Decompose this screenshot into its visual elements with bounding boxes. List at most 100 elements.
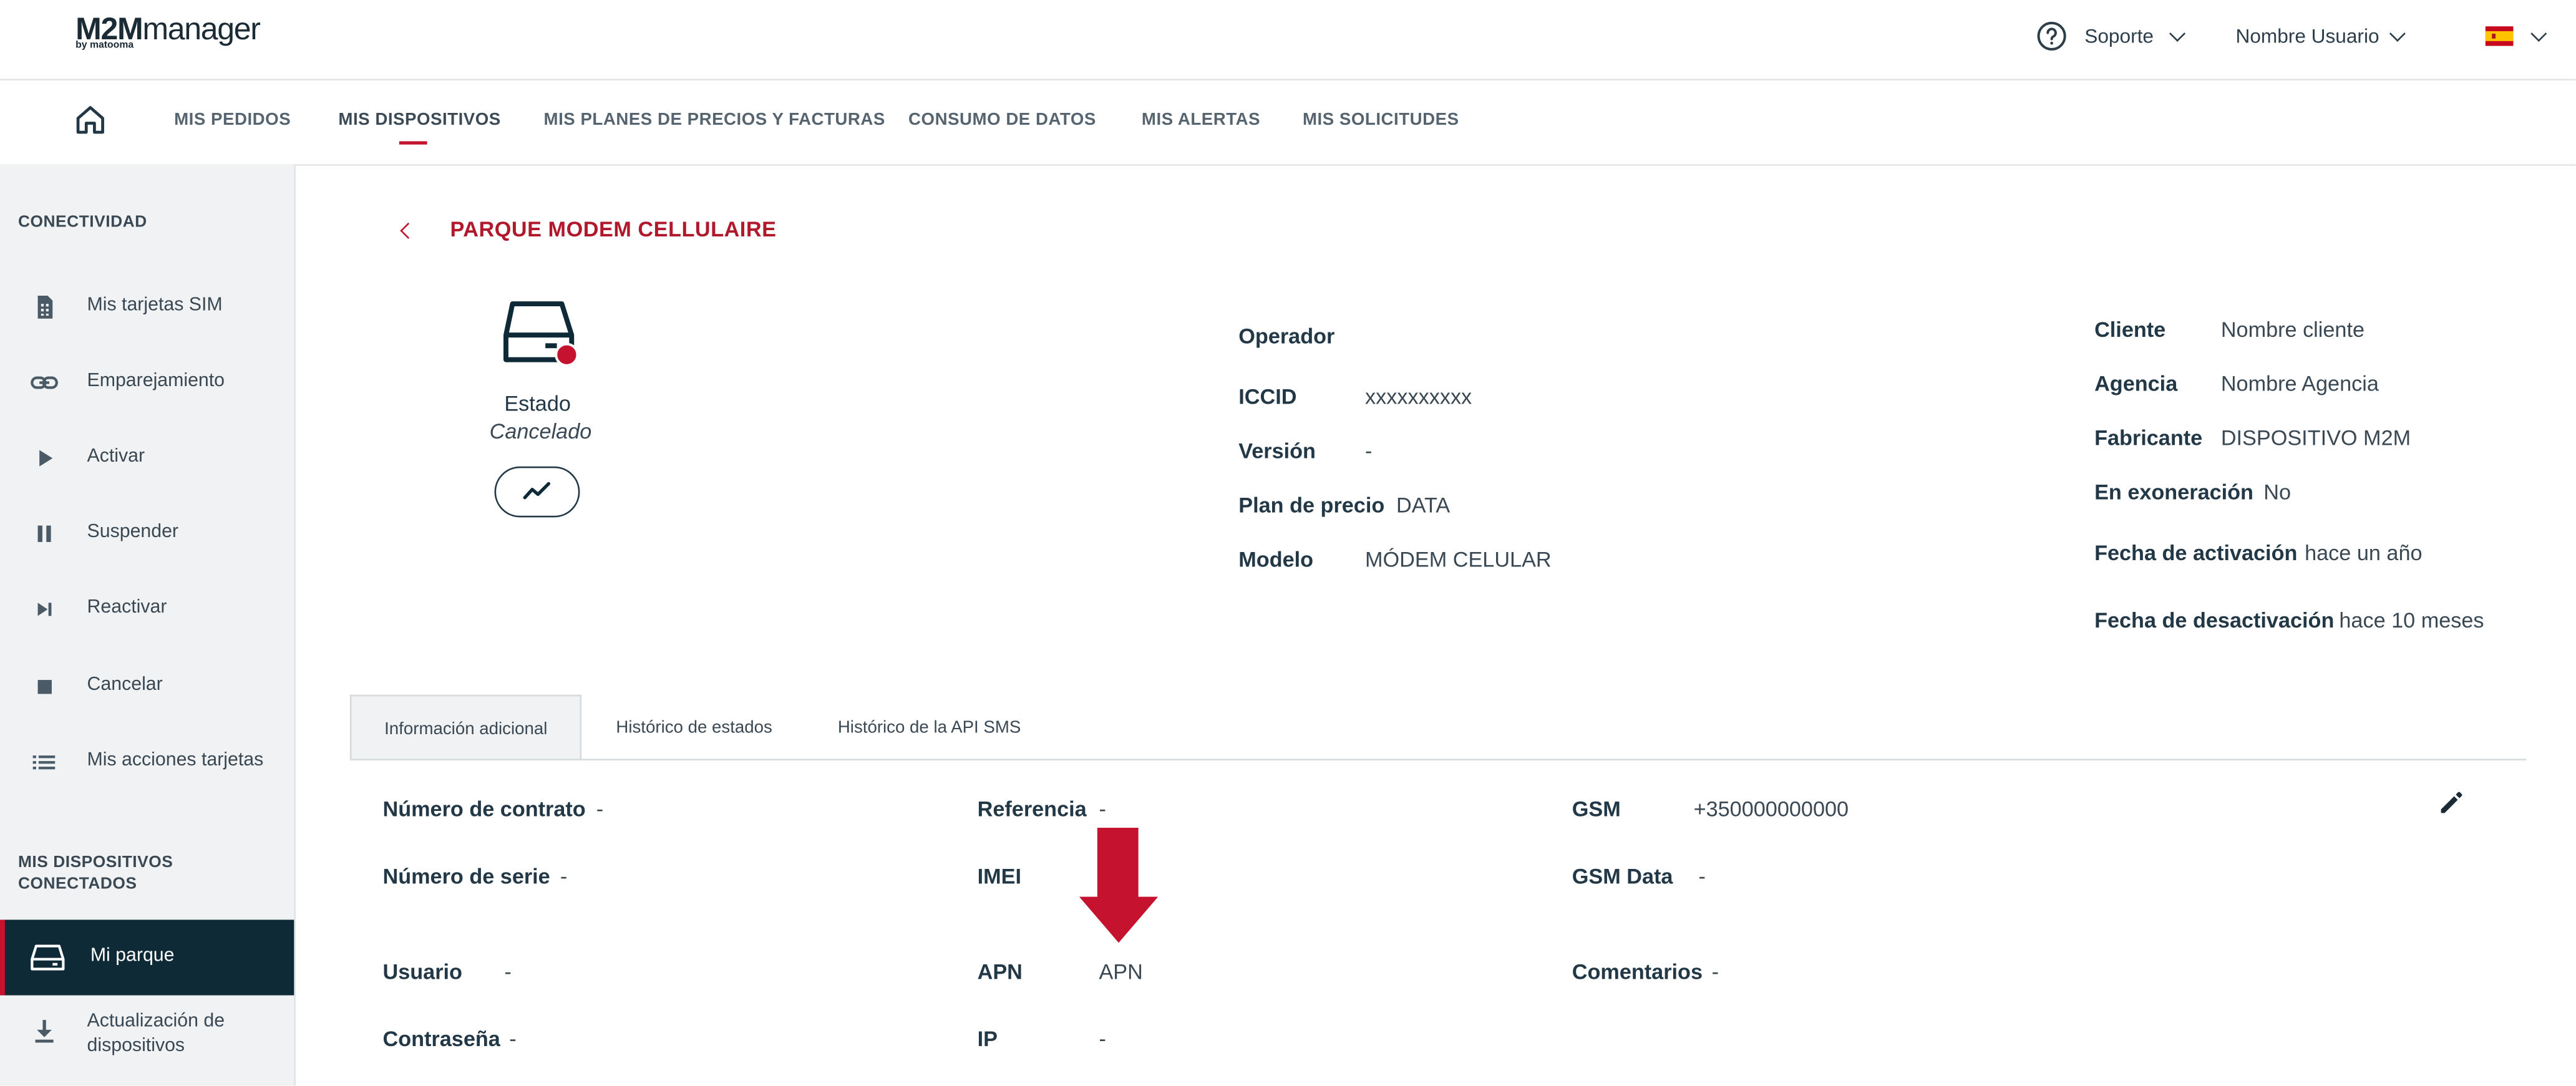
device-status-icon xyxy=(503,301,579,367)
device-icon xyxy=(31,944,65,971)
support-label: Soporte xyxy=(2084,24,2154,48)
support-menu[interactable]: Soporte xyxy=(2035,20,2191,56)
iccid-label: ICCID xyxy=(1238,384,1297,409)
sidebar-item-label: Suspender xyxy=(87,522,179,542)
imei-label: IMEI xyxy=(977,863,1022,889)
chevron-down-icon xyxy=(2169,25,2186,42)
nav-mis-pedidos[interactable]: MIS PEDIDOS xyxy=(174,110,291,130)
ip-label: IP xyxy=(977,1026,998,1052)
serie-label: Número de serie xyxy=(382,863,550,889)
tab-informacion-adicional[interactable]: Información adicional xyxy=(349,694,582,759)
sim-card-icon xyxy=(37,295,53,319)
edit-pencil-icon[interactable] xyxy=(2436,788,2466,818)
sidebar-item-label: Mi parque xyxy=(90,946,175,966)
modelo-label: Modelo xyxy=(1238,546,1314,572)
tab-historico-estados[interactable]: Histórico de estados xyxy=(595,695,805,759)
gsm-label: GSM xyxy=(1572,797,1621,822)
sidebar-item-label: Reactivar xyxy=(87,598,167,618)
sidebar-item-mis-acciones-tarjetas[interactable]: Mis acciones tarjetas xyxy=(0,737,294,787)
list-icon xyxy=(32,755,56,770)
help-circle-icon xyxy=(2037,21,2066,51)
nav-mis-planes[interactable]: MIS PLANES DE PRECIOS Y FACTURAS xyxy=(544,110,885,130)
agencia-value: Nombre Agencia xyxy=(2220,371,2379,396)
cliente-value: Nombre cliente xyxy=(2220,317,2365,342)
cliente-label: Cliente xyxy=(2094,317,2166,342)
annotation-arrow-shaft xyxy=(1097,828,1139,899)
comentarios-label: Comentarios xyxy=(1572,959,1703,984)
contrasena-label: Contraseña xyxy=(382,1026,500,1052)
skip-next-icon xyxy=(37,603,52,616)
sidebar-item-actualizacion-dispositivos[interactable]: Actualización de dispositivos xyxy=(0,1002,294,1067)
nav-mis-solicitudes[interactable]: MIS SOLICITUDES xyxy=(1303,110,1459,130)
agencia-label: Agencia xyxy=(2094,371,2178,396)
user-menu[interactable]: Nombre Usuario xyxy=(2236,20,2408,56)
nav-mis-dispositivos[interactable]: MIS DISPOSITIVOS xyxy=(338,110,500,130)
referencia-value: - xyxy=(1099,797,1106,822)
apn-label: APN xyxy=(977,959,1023,984)
logo-subtitle: by matooma xyxy=(75,41,134,51)
tabs-divider xyxy=(349,759,2527,761)
link-icon xyxy=(31,376,58,389)
sidebar-item-label: Emparejamiento xyxy=(87,371,225,391)
iccid-value: xxxxxxxxxx xyxy=(1365,384,1472,409)
gsm-data-value: - xyxy=(1698,863,1706,889)
nav-mis-alertas[interactable]: MIS ALERTAS xyxy=(1142,110,1260,130)
desactivacion-label: Fecha de desactivación xyxy=(2094,608,2335,633)
chevron-down-icon xyxy=(2530,25,2547,42)
language-selector[interactable] xyxy=(2485,23,2551,52)
operador-label: Operador xyxy=(1238,323,1335,349)
sidebar-item-label: Cancelar xyxy=(87,675,163,695)
sidebar-section-title: MIS DISPOSITIVOS CONECTADOS xyxy=(17,854,173,894)
sidebar-item-mi-parque[interactable]: Mi parque xyxy=(0,919,294,996)
sidebar-item-label: Actualización de dispositivos xyxy=(87,1011,225,1057)
spain-flag-icon xyxy=(2485,26,2514,46)
consumption-chart-button[interactable] xyxy=(494,466,580,518)
active-nav-indicator xyxy=(399,141,427,145)
state-label: Estado xyxy=(504,390,571,416)
activacion-value: hace un año xyxy=(2305,540,2423,565)
apn-value: APN xyxy=(1099,959,1143,984)
pause-icon xyxy=(37,525,51,542)
gsm-value: +350000000000 xyxy=(1693,797,1849,822)
user-name: Nombre Usuario xyxy=(2235,24,2379,48)
download-icon xyxy=(35,1020,54,1043)
serie-value: - xyxy=(560,863,568,889)
usuario-value: - xyxy=(504,959,512,984)
stop-icon xyxy=(37,680,52,694)
annotation-arrow-head xyxy=(1079,896,1159,943)
exoneracion-label: En exoneración xyxy=(2094,479,2253,505)
sidebar-item-emparejamiento[interactable]: Emparejamiento xyxy=(0,358,294,407)
nav-consumo-datos[interactable]: CONSUMO DE DATOS xyxy=(908,110,1096,130)
plan-label: Plan de precio xyxy=(1238,492,1385,518)
usuario-label: Usuario xyxy=(382,959,462,984)
sidebar-section-title: CONECTIVIDAD xyxy=(17,213,147,232)
main-nav: MIS PEDIDOS MIS DISPOSITIVOS MIS PLANES … xyxy=(0,80,2576,166)
sidebar-item-mis-tarjetas-sim[interactable]: Mis tarjetas SIM xyxy=(0,283,294,332)
sidebar-item-suspender[interactable]: Suspender xyxy=(0,509,294,558)
state-value: Cancelado xyxy=(489,419,592,444)
active-indicator xyxy=(0,919,5,996)
sidebar-item-reactivar[interactable]: Reactivar xyxy=(0,584,294,634)
back-chevron-icon[interactable] xyxy=(400,222,417,239)
gsm-data-label: GSM Data xyxy=(1572,863,1673,889)
top-header: M2Mmanager by matooma Soporte Nombre Usu… xyxy=(0,0,2576,81)
fabricante-value: DISPOSITIVO M2M xyxy=(2220,425,2411,450)
sidebar-item-label: Activar xyxy=(87,447,145,467)
referencia-label: Referencia xyxy=(977,797,1087,822)
tab-historico-api-sms[interactable]: Histórico de la API SMS xyxy=(818,695,1048,759)
fabricante-label: Fabricante xyxy=(2094,425,2203,450)
sidebar: CONECTIVIDAD Mis tarjetas SIM Emparejami… xyxy=(0,164,296,1086)
sidebar-item-label: Mis tarjetas SIM xyxy=(87,295,223,316)
contrato-value: - xyxy=(596,797,604,822)
contrato-label: Número de contrato xyxy=(382,797,586,822)
page-title: PARQUE MODEM CELLULAIRE xyxy=(450,216,777,242)
comentarios-value: - xyxy=(1711,959,1719,984)
desactivacion-value: hace 10 meses xyxy=(2339,608,2484,633)
home-icon[interactable] xyxy=(74,104,107,137)
chevron-down-icon xyxy=(2389,25,2406,42)
version-value: - xyxy=(1365,439,1373,463)
modelo-value: MÓDEM CELULAR xyxy=(1365,546,1552,572)
trend-chart-icon xyxy=(523,482,551,500)
sidebar-item-activar[interactable]: Activar xyxy=(0,434,294,483)
sidebar-item-cancelar[interactable]: Cancelar xyxy=(0,662,294,711)
